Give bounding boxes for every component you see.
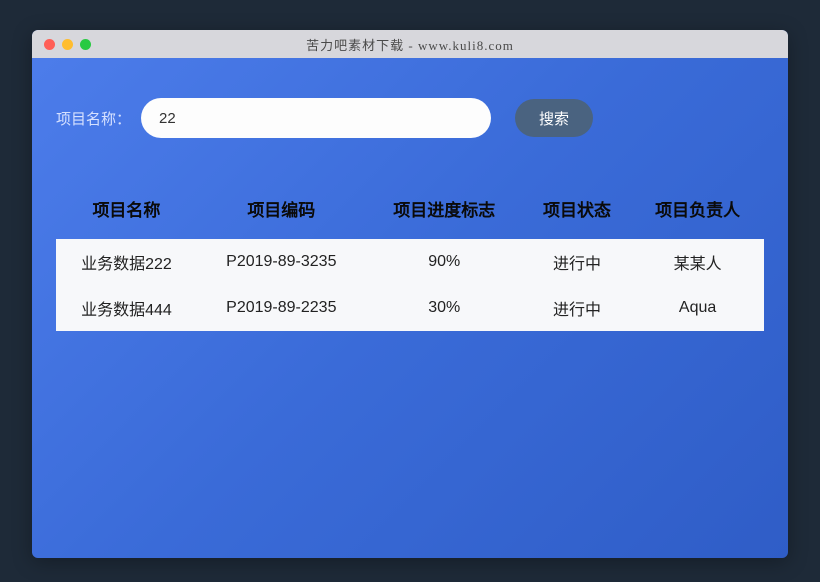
- search-button[interactable]: 搜索: [515, 99, 593, 137]
- content: 项目名称： 搜索 项目名称 项目编码 项目进度标志 项目状态 项目负责人: [32, 58, 788, 355]
- titlebar: 苦力吧素材下载 - www.kuli8.com: [32, 30, 788, 58]
- close-icon[interactable]: [44, 39, 55, 50]
- results-table-wrap: 项目名称 项目编码 项目进度标志 项目状态 项目负责人 业务数据222 P201…: [56, 186, 764, 331]
- search-row: 项目名称： 搜索: [56, 98, 764, 138]
- table-header-row: 项目名称 项目编码 项目进度标志 项目状态 项目负责人: [56, 186, 764, 239]
- cell-owner: 某某人: [631, 239, 764, 285]
- minimize-icon[interactable]: [62, 39, 73, 50]
- cell-status: 进行中: [523, 239, 631, 285]
- cell-owner: Aqua: [631, 285, 764, 331]
- traffic-lights: [32, 39, 91, 50]
- cell-status: 进行中: [523, 285, 631, 331]
- cell-code: P2019-89-3235: [197, 239, 366, 285]
- col-header-owner: 项目负责人: [631, 186, 764, 239]
- col-header-status: 项目状态: [523, 186, 631, 239]
- table-row: 业务数据444 P2019-89-2235 30% 进行中 Aqua: [56, 285, 764, 331]
- table-row: 业务数据222 P2019-89-3235 90% 进行中 某某人: [56, 239, 764, 285]
- col-header-name: 项目名称: [56, 186, 197, 239]
- window-title: 苦力吧素材下载 - www.kuli8.com: [32, 35, 788, 54]
- app-window: 苦力吧素材下载 - www.kuli8.com 项目名称： 搜索 项目名称 项目…: [32, 30, 788, 558]
- col-header-code: 项目编码: [197, 186, 366, 239]
- search-input[interactable]: [141, 98, 491, 138]
- results-table: 项目名称 项目编码 项目进度标志 项目状态 项目负责人 业务数据222 P201…: [56, 186, 764, 331]
- cell-name: 业务数据222: [56, 239, 197, 285]
- cell-progress: 30%: [366, 285, 523, 331]
- cell-code: P2019-89-2235: [197, 285, 366, 331]
- search-label: 项目名称：: [56, 108, 131, 129]
- col-header-progress: 项目进度标志: [366, 186, 523, 239]
- cell-name: 业务数据444: [56, 285, 197, 331]
- maximize-icon[interactable]: [80, 39, 91, 50]
- cell-progress: 90%: [366, 239, 523, 285]
